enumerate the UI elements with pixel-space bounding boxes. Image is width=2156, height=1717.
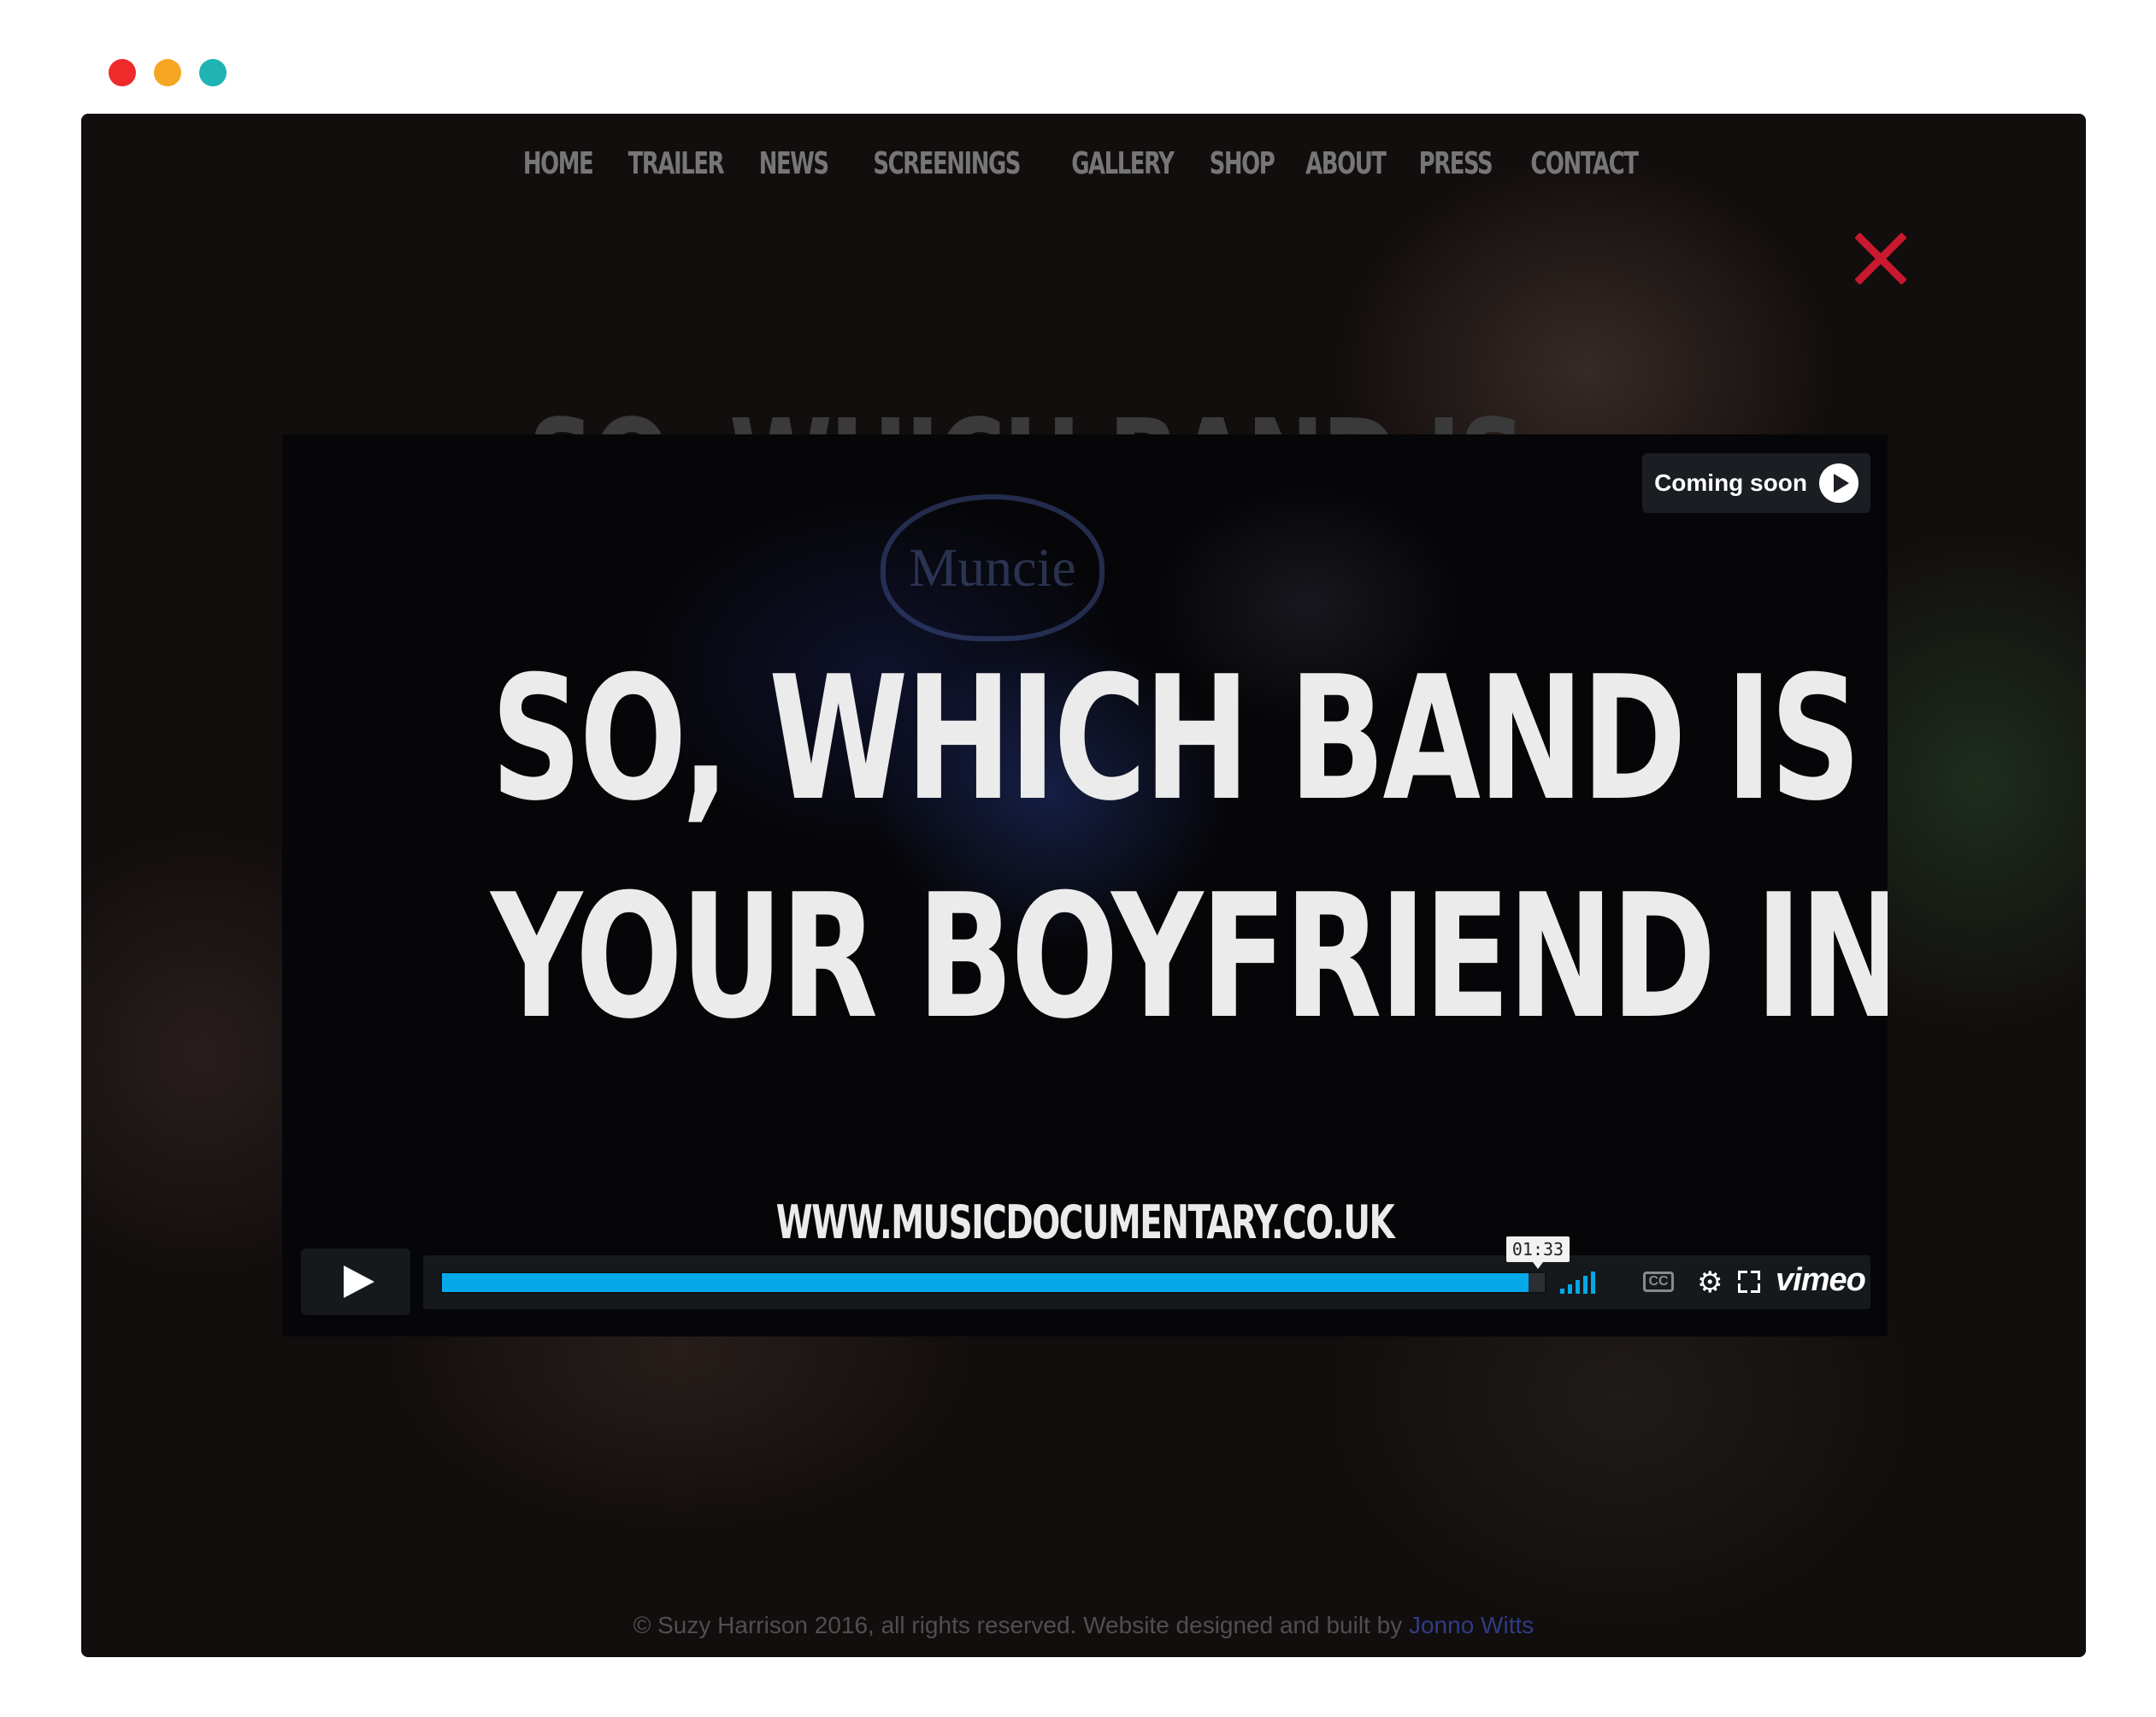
nav-home[interactable]: HOME — [522, 146, 593, 181]
footer: © Suzy Harrison 2016, all rights reserve… — [81, 1612, 2086, 1639]
browser-window: HOME TRAILER NEWS SCREENINGS GALLERY SHO… — [81, 114, 2086, 1657]
minimize-window-dot[interactable] — [154, 59, 181, 86]
progress-bar[interactable] — [440, 1272, 1546, 1294]
play-button[interactable] — [301, 1248, 410, 1315]
gear-icon[interactable]: ⚙ — [1697, 1268, 1723, 1297]
footer-author-link[interactable]: Jonno Witts — [1409, 1612, 1534, 1638]
main-nav: HOME TRAILER NEWS SCREENINGS GALLERY SHO… — [81, 146, 2086, 181]
vimeo-logo[interactable]: vimeo — [1776, 1262, 1866, 1299]
close-icon[interactable] — [1853, 230, 1909, 286]
video-title-line-2: YOUR BOYFRIEND IN? — [491, 858, 1888, 1057]
closed-captions-icon[interactable]: CC — [1643, 1272, 1674, 1292]
window-controls — [109, 59, 227, 86]
player-control-bar: 01:33 CC ⚙ vimeo — [423, 1236, 1870, 1309]
video-title-line-1: SO, WHICH BAND IS — [491, 640, 1861, 839]
maximize-window-dot[interactable] — [199, 59, 227, 86]
band-logo: Muncie — [881, 494, 1105, 641]
footer-text: © Suzy Harrison 2016, all rights reserve… — [633, 1612, 1409, 1638]
video-player[interactable]: Muncie SO, WHICH BAND IS YOUR BOYFRIEND … — [282, 434, 1888, 1336]
nav-gallery[interactable]: GALLERY — [1071, 146, 1175, 181]
nav-shop[interactable]: SHOP — [1210, 146, 1275, 181]
coming-soon-button[interactable]: Coming soon — [1642, 453, 1870, 513]
nav-press[interactable]: PRESS — [1418, 146, 1493, 181]
time-tooltip: 01:33 — [1506, 1236, 1570, 1269]
play-circle-icon — [1818, 463, 1859, 503]
fullscreen-icon[interactable] — [1738, 1271, 1760, 1293]
nav-screenings[interactable]: SCREENINGS — [873, 146, 1021, 181]
nav-contact[interactable]: CONTACT — [1530, 146, 1639, 181]
coming-soon-label: Coming soon — [1654, 469, 1807, 496]
close-window-dot[interactable] — [109, 59, 136, 86]
video-url-text: WWW.MUSICDOCUMENTARY.CO.UK — [775, 1195, 1395, 1249]
nav-trailer[interactable]: TRAILER — [627, 146, 724, 181]
volume-icon[interactable] — [1560, 1271, 1595, 1294]
progress-fill — [442, 1273, 1529, 1292]
nav-news[interactable]: NEWS — [758, 146, 828, 181]
nav-about[interactable]: ABOUT — [1305, 146, 1387, 181]
